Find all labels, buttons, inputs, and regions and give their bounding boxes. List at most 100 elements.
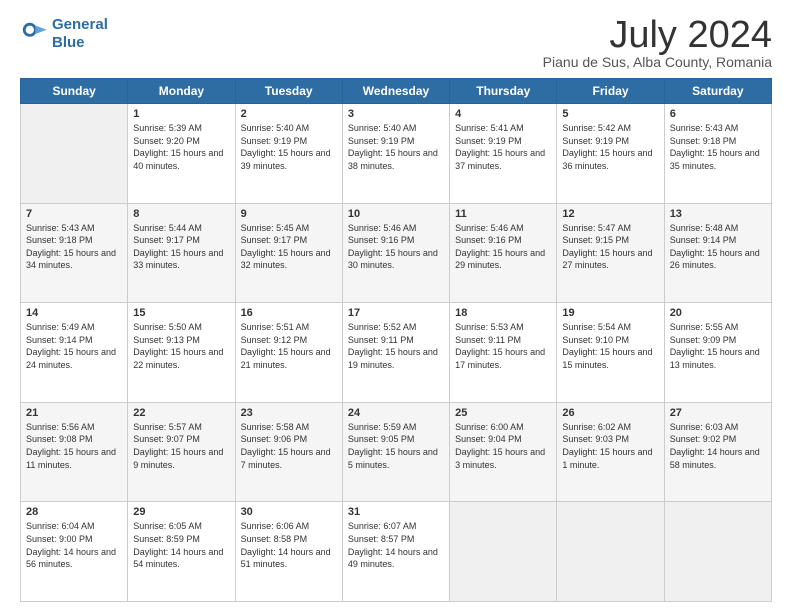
day-number: 14 xyxy=(26,307,122,319)
cell-details: Sunrise: 5:47 AMSunset: 9:15 PMDaylight:… xyxy=(562,222,658,272)
calendar-week-5: 28 Sunrise: 6:04 AMSunset: 9:00 PMDayligh… xyxy=(21,502,772,602)
cell-details: Sunrise: 5:55 AMSunset: 9:09 PMDaylight:… xyxy=(670,321,766,371)
calendar-cell xyxy=(21,104,128,204)
calendar-cell: 21 Sunrise: 5:56 AMSunset: 9:08 PMDayligh… xyxy=(21,402,128,502)
cell-details: Sunrise: 5:40 AMSunset: 9:19 PMDaylight:… xyxy=(241,122,337,172)
calendar-week-2: 7 Sunrise: 5:43 AMSunset: 9:18 PMDaylight… xyxy=(21,203,772,303)
cell-details: Sunrise: 5:57 AMSunset: 9:07 PMDaylight:… xyxy=(133,421,229,471)
day-number: 21 xyxy=(26,407,122,419)
logo-icon xyxy=(20,20,48,48)
calendar-cell: 11Sunrise: 5:46 AMSunset: 9:16 PMDayligh… xyxy=(450,203,557,303)
calendar-cell: 9 Sunrise: 5:45 AMSunset: 9:17 PMDaylight… xyxy=(235,203,342,303)
day-header-saturday: Saturday xyxy=(664,79,771,104)
cell-details: Sunrise: 5:46 AMSunset: 9:16 PMDaylight:… xyxy=(348,222,444,272)
day-number: 7 xyxy=(26,208,122,220)
cell-details: Sunrise: 5:41 AMSunset: 9:19 PMDaylight:… xyxy=(455,122,551,172)
logo-line2: Blue xyxy=(52,34,85,51)
day-number: 26 xyxy=(562,407,658,419)
day-number: 30 xyxy=(241,506,337,518)
day-number: 20 xyxy=(670,307,766,319)
calendar-week-4: 21 Sunrise: 5:56 AMSunset: 9:08 PMDayligh… xyxy=(21,402,772,502)
day-number: 28 xyxy=(26,506,122,518)
cell-details: Sunrise: 5:43 AMSunset: 9:18 PMDaylight:… xyxy=(26,222,122,272)
cell-details: Sunrise: 5:53 AMSunset: 9:11 PMDaylight:… xyxy=(455,321,551,371)
day-number: 29 xyxy=(133,506,229,518)
day-number: 1 xyxy=(133,108,229,120)
calendar-cell: 26 Sunrise: 6:02 AMSunset: 9:03 PMDayligh… xyxy=(557,402,664,502)
day-header-wednesday: Wednesday xyxy=(342,79,449,104)
day-number: 17 xyxy=(348,307,444,319)
calendar-cell: 12 Sunrise: 5:47 AMSunset: 9:15 PMDayligh… xyxy=(557,203,664,303)
calendar-header-row: SundayMondayTuesdayWednesdayThursdayFrid… xyxy=(21,79,772,104)
day-number: 16 xyxy=(241,307,337,319)
day-header-thursday: Thursday xyxy=(450,79,557,104)
cell-details: Sunrise: 5:54 AMSunset: 9:10 PMDaylight:… xyxy=(562,321,658,371)
calendar-cell: 19Sunrise: 5:54 AMSunset: 9:10 PMDayligh… xyxy=(557,303,664,403)
day-number: 9 xyxy=(241,208,337,220)
cell-details: Sunrise: 6:03 AMSunset: 9:02 PMDaylight:… xyxy=(670,421,766,471)
day-number: 24 xyxy=(348,407,444,419)
calendar-cell: 15 Sunrise: 5:50 AMSunset: 9:13 PMDayligh… xyxy=(128,303,235,403)
day-number: 11 xyxy=(455,208,551,220)
day-number: 31 xyxy=(348,506,444,518)
calendar-cell: 28 Sunrise: 6:04 AMSunset: 9:00 PMDayligh… xyxy=(21,502,128,602)
title-block: July 2024 Pianu de Sus, Alba County, Rom… xyxy=(543,16,772,70)
day-number: 22 xyxy=(133,407,229,419)
cell-details: Sunrise: 5:39 AMSunset: 9:20 PMDaylight:… xyxy=(133,122,229,172)
calendar-cell: 20 Sunrise: 5:55 AMSunset: 9:09 PMDayligh… xyxy=(664,303,771,403)
cell-details: Sunrise: 6:04 AMSunset: 9:00 PMDaylight:… xyxy=(26,520,122,570)
day-header-friday: Friday xyxy=(557,79,664,104)
header: General Blue July 2024 Pianu de Sus, Alb… xyxy=(20,16,772,70)
calendar-cell: 29Sunrise: 6:05 AMSunset: 8:59 PMDayligh… xyxy=(128,502,235,602)
calendar-cell: 22 Sunrise: 5:57 AMSunset: 9:07 PMDayligh… xyxy=(128,402,235,502)
calendar-cell: 4Sunrise: 5:41 AMSunset: 9:19 PMDaylight… xyxy=(450,104,557,204)
calendar-cell: 10 Sunrise: 5:46 AMSunset: 9:16 PMDayligh… xyxy=(342,203,449,303)
day-number: 10 xyxy=(348,208,444,220)
calendar-cell xyxy=(450,502,557,602)
day-number: 5 xyxy=(562,108,658,120)
day-number: 12 xyxy=(562,208,658,220)
cell-details: Sunrise: 5:43 AMSunset: 9:18 PMDaylight:… xyxy=(670,122,766,172)
calendar-cell: 3Sunrise: 5:40 AMSunset: 9:19 PMDaylight… xyxy=(342,104,449,204)
calendar-cell: 13 Sunrise: 5:48 AMSunset: 9:14 PMDayligh… xyxy=(664,203,771,303)
calendar-cell: 14 Sunrise: 5:49 AMSunset: 9:14 PMDayligh… xyxy=(21,303,128,403)
cell-details: Sunrise: 5:45 AMSunset: 9:17 PMDaylight:… xyxy=(241,222,337,272)
day-number: 2 xyxy=(241,108,337,120)
cell-details: Sunrise: 6:02 AMSunset: 9:03 PMDaylight:… xyxy=(562,421,658,471)
cell-details: Sunrise: 6:06 AMSunset: 8:58 PMDaylight:… xyxy=(241,520,337,570)
cell-details: Sunrise: 5:50 AMSunset: 9:13 PMDaylight:… xyxy=(133,321,229,371)
logo-line1: General xyxy=(52,16,108,33)
cell-details: Sunrise: 5:51 AMSunset: 9:12 PMDaylight:… xyxy=(241,321,337,371)
day-number: 25 xyxy=(455,407,551,419)
page: General Blue July 2024 Pianu de Sus, Alb… xyxy=(0,0,792,612)
day-number: 13 xyxy=(670,208,766,220)
cell-details: Sunrise: 5:40 AMSunset: 9:19 PMDaylight:… xyxy=(348,122,444,172)
calendar-cell: 24 Sunrise: 5:59 AMSunset: 9:05 PMDayligh… xyxy=(342,402,449,502)
day-number: 18 xyxy=(455,307,551,319)
calendar-cell: 16 Sunrise: 5:51 AMSunset: 9:12 PMDayligh… xyxy=(235,303,342,403)
cell-details: Sunrise: 5:59 AMSunset: 9:05 PMDaylight:… xyxy=(348,421,444,471)
calendar-table: SundayMondayTuesdayWednesdayThursdayFrid… xyxy=(20,78,772,602)
calendar-cell xyxy=(664,502,771,602)
calendar-cell: 5 Sunrise: 5:42 AMSunset: 9:19 PMDaylight… xyxy=(557,104,664,204)
calendar-cell: 1 Sunrise: 5:39 AMSunset: 9:20 PMDaylight… xyxy=(128,104,235,204)
day-number: 15 xyxy=(133,307,229,319)
page-title: July 2024 xyxy=(543,16,772,54)
cell-details: Sunrise: 6:07 AMSunset: 8:57 PMDaylight:… xyxy=(348,520,444,570)
calendar-cell: 17 Sunrise: 5:52 AMSunset: 9:11 PMDayligh… xyxy=(342,303,449,403)
calendar-cell: 6 Sunrise: 5:43 AMSunset: 9:18 PMDaylight… xyxy=(664,104,771,204)
logo-text: General Blue xyxy=(52,16,108,52)
cell-details: Sunrise: 5:48 AMSunset: 9:14 PMDaylight:… xyxy=(670,222,766,272)
day-number: 6 xyxy=(670,108,766,120)
cell-details: Sunrise: 5:56 AMSunset: 9:08 PMDaylight:… xyxy=(26,421,122,471)
cell-details: Sunrise: 5:49 AMSunset: 9:14 PMDaylight:… xyxy=(26,321,122,371)
calendar-cell: 25Sunrise: 6:00 AMSunset: 9:04 PMDayligh… xyxy=(450,402,557,502)
day-number: 8 xyxy=(133,208,229,220)
calendar-week-3: 14 Sunrise: 5:49 AMSunset: 9:14 PMDayligh… xyxy=(21,303,772,403)
cell-details: Sunrise: 5:42 AMSunset: 9:19 PMDaylight:… xyxy=(562,122,658,172)
day-number: 27 xyxy=(670,407,766,419)
logo: General Blue xyxy=(20,16,108,52)
cell-details: Sunrise: 5:52 AMSunset: 9:11 PMDaylight:… xyxy=(348,321,444,371)
cell-details: Sunrise: 5:44 AMSunset: 9:17 PMDaylight:… xyxy=(133,222,229,272)
calendar-cell: 30 Sunrise: 6:06 AMSunset: 8:58 PMDayligh… xyxy=(235,502,342,602)
